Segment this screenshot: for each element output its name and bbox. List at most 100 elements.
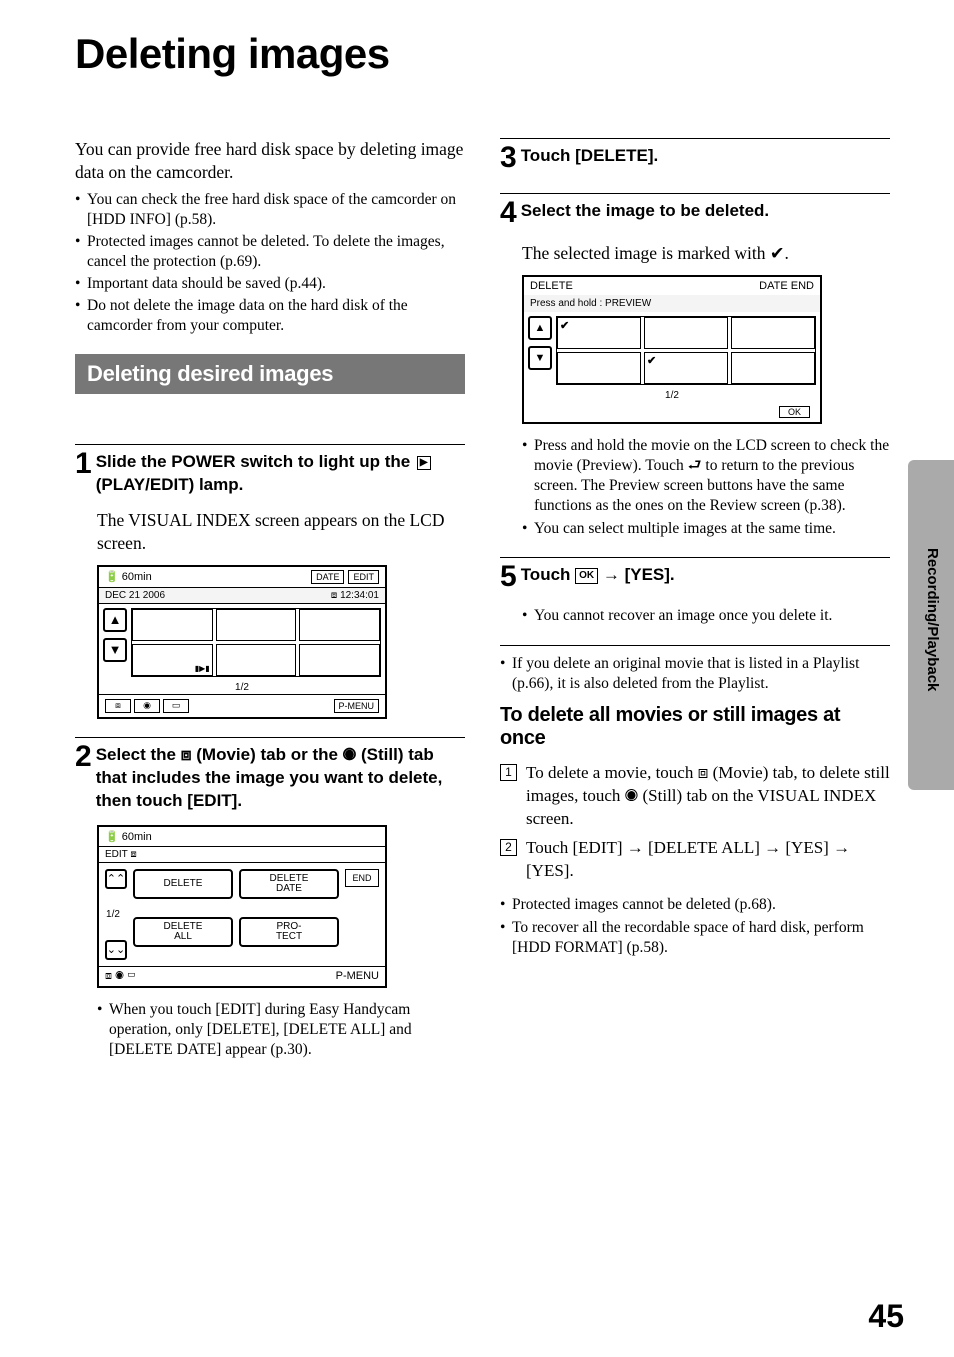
intro-bullets: You can check the free hard disk space o… xyxy=(75,190,465,337)
step-number: 2 xyxy=(75,742,92,772)
down-arrow-button[interactable]: ▼ xyxy=(103,638,127,662)
battery-label: 🔋 60min xyxy=(105,570,152,583)
page-title: Deleting images xyxy=(75,30,894,78)
step-title: Touch [DELETE]. xyxy=(521,145,890,168)
bullet: Press and hold the movie on the LCD scre… xyxy=(522,436,890,517)
ok-icon: OK xyxy=(575,568,598,584)
step-number: 5 xyxy=(500,562,517,592)
step-number: 3 xyxy=(500,143,517,173)
bullet: You can select multiple images at the sa… xyxy=(522,519,890,539)
checkmark-icon: ✔ xyxy=(770,243,785,263)
delete-screen: DELETE DATE END Press and hold : PREVIEW… xyxy=(522,275,822,424)
text: Slide the POWER switch to light up the xyxy=(96,452,415,471)
thumbnail[interactable] xyxy=(731,317,815,349)
text: Touch xyxy=(521,565,575,584)
down-arrow-button[interactable]: ▼ xyxy=(528,346,552,370)
bullet: To recover all the recordable space of h… xyxy=(500,918,890,958)
bullet: Protected images cannot be deleted. To d… xyxy=(75,232,465,272)
date-text: DEC 21 2006 xyxy=(105,590,165,601)
protect-button[interactable]: PRO- TECT xyxy=(239,917,339,947)
sub-heading: To delete all movies or still images at … xyxy=(500,704,890,750)
thumbnail[interactable] xyxy=(731,352,815,384)
still-icon: ◉ xyxy=(343,745,357,764)
movie-tab[interactable]: ⧈ xyxy=(105,699,131,713)
delete-button[interactable]: DELETE xyxy=(133,869,233,899)
step-title: Slide the POWER switch to light up the ▶… xyxy=(96,451,465,497)
pager-text: 1/2 xyxy=(99,681,385,694)
step-title: Select the image to be deleted. xyxy=(521,200,890,223)
note: When you touch [EDIT] during Easy Handyc… xyxy=(97,1000,465,1060)
still-tab[interactable]: ◉ xyxy=(134,699,160,713)
thumbnail[interactable] xyxy=(299,609,380,641)
text: Select the xyxy=(96,745,181,764)
bullet: Protected images cannot be deleted (p.68… xyxy=(500,895,890,915)
time-text: ⧈ 12:34:01 xyxy=(331,590,379,601)
thumbnail[interactable]: ▮▶▮ xyxy=(132,644,213,676)
text: (PLAY/EDIT) lamp. xyxy=(96,475,244,494)
bullet: Do not delete the image data on the hard… xyxy=(75,296,465,336)
thumbnail[interactable] xyxy=(299,644,380,676)
pager-text: 1/2 xyxy=(524,389,820,402)
date-button[interactable]: DATE xyxy=(759,280,788,292)
up-arrow-button[interactable]: ▲ xyxy=(528,316,552,340)
check-icon: ✔ xyxy=(560,319,569,332)
pmenu-button[interactable]: P-MENU xyxy=(334,699,380,713)
thumbnail[interactable] xyxy=(216,644,297,676)
step-title: Touch OK → [YES]. xyxy=(521,564,890,587)
other-tab[interactable]: ▭ xyxy=(127,970,136,982)
bullet: You can check the free hard disk space o… xyxy=(75,190,465,230)
visual-index-screen: 🔋 60min DATE EDIT DEC 21 2006 ⧈ 12:34:01… xyxy=(97,565,387,719)
play-indicator-icon: ▮▶▮ xyxy=(195,664,210,673)
bullet: If you delete an original movie that is … xyxy=(500,654,890,694)
still-tab[interactable]: ◉ xyxy=(115,970,124,982)
text: (Movie) tab or the xyxy=(192,745,343,764)
end-button[interactable]: END xyxy=(791,280,814,292)
step-number: 4 xyxy=(500,198,517,228)
step-body: The selected image is marked with ✔. xyxy=(522,242,890,265)
delete-all-button[interactable]: DELETE ALL xyxy=(133,917,233,947)
intro-text: You can provide free hard disk space by … xyxy=(75,138,465,184)
text: → [YES]. xyxy=(598,565,675,584)
pager-text: 1/2 xyxy=(106,909,120,920)
preview-hint: Press and hold : PREVIEW xyxy=(524,295,820,312)
thumbnail[interactable]: ✔ xyxy=(557,317,641,349)
num-circle-icon: 1 xyxy=(500,764,517,781)
up-arrow-button[interactable]: ▲ xyxy=(103,608,127,632)
thumbnail[interactable] xyxy=(132,609,213,641)
pmenu-button[interactable]: P-MENU xyxy=(336,970,379,983)
step-5: 5 Touch OK → [YES]. You cannot recover a… xyxy=(500,564,890,626)
numbered-list: 1To delete a movie, touch ⧈ (Movie) tab,… xyxy=(500,762,890,883)
section-heading: Deleting desired images xyxy=(75,354,465,394)
end-button[interactable]: END xyxy=(345,869,379,887)
thumbnail[interactable] xyxy=(557,352,641,384)
section-tab-label: Recording/Playback xyxy=(924,548,941,691)
movie-icon: ⧈ xyxy=(181,745,192,764)
step-1: 1 Slide the POWER switch to light up the… xyxy=(75,451,465,718)
section-tab: Recording/Playback xyxy=(908,460,954,790)
movie-tab[interactable]: ⧈ xyxy=(105,970,112,982)
check-icon: ✔ xyxy=(647,354,656,367)
step-2: 2 Select the ⧈ (Movie) tab or the ◉ (Sti… xyxy=(75,744,465,1060)
up-double-arrow-button[interactable]: ⌃⌃ xyxy=(105,869,127,889)
step-body: The VISUAL INDEX screen appears on the L… xyxy=(97,509,465,555)
thumbnail[interactable]: ✔ xyxy=(644,352,728,384)
delete-label: DELETE xyxy=(530,280,573,292)
bullet: Important data should be saved (p.44). xyxy=(75,274,465,294)
ok-button[interactable]: OK xyxy=(779,406,810,418)
thumbnail[interactable] xyxy=(216,609,297,641)
list-item: 2Touch [EDIT] → [DELETE ALL] → [YES] → [… xyxy=(500,837,890,883)
step-title: Select the ⧈ (Movie) tab or the ◉ (Still… xyxy=(96,744,465,813)
step-number: 1 xyxy=(75,449,92,479)
edit-label: EDIT xyxy=(105,849,128,860)
date-button[interactable]: DATE xyxy=(311,570,344,584)
thumbnail[interactable] xyxy=(644,317,728,349)
other-tab[interactable]: ▭ xyxy=(163,699,189,713)
num-circle-icon: 2 xyxy=(500,839,517,856)
list-item: 1To delete a movie, touch ⧈ (Movie) tab,… xyxy=(500,762,890,831)
down-double-arrow-button[interactable]: ⌄⌄ xyxy=(105,940,127,960)
edit-button[interactable]: EDIT xyxy=(348,570,379,584)
delete-date-button[interactable]: DELETE DATE xyxy=(239,869,339,899)
step-3: 3 Touch [DELETE]. xyxy=(500,145,890,175)
bullet: You cannot recover an image once you del… xyxy=(522,606,890,626)
edit-screen: 🔋 60min EDIT ⧈ ⌃⌃ 1/2 ⌄⌄ DELETE DELETE D… xyxy=(97,825,387,988)
